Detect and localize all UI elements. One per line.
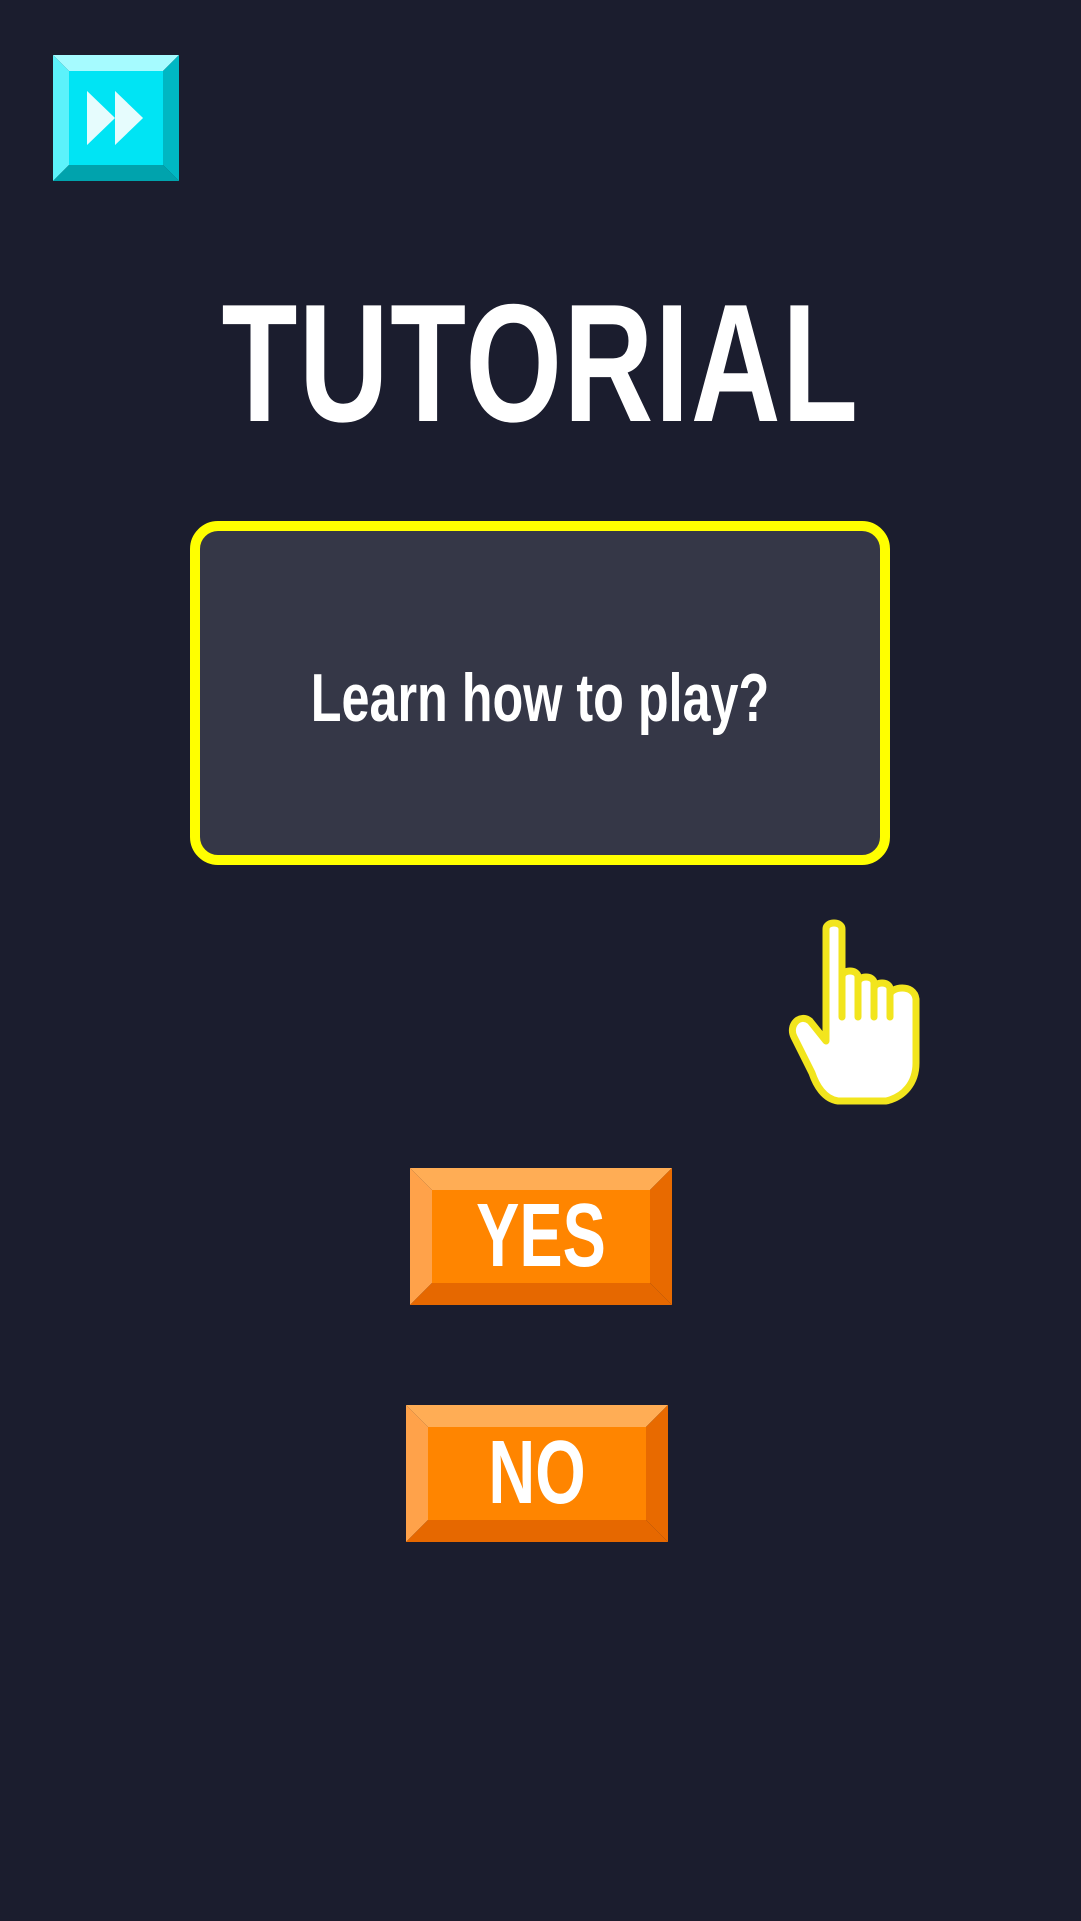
- prompt-text: Learn how to play?: [310, 660, 770, 736]
- skip-button[interactable]: [53, 55, 179, 181]
- yes-button[interactable]: YES: [410, 1168, 672, 1305]
- no-button-label: NO: [488, 1423, 586, 1523]
- no-button[interactable]: NO: [406, 1405, 668, 1542]
- tutorial-screen: TUTORIAL Learn how to play? YES NO: [0, 0, 1081, 1921]
- page-title: TUTORIAL: [221, 269, 860, 457]
- yes-button-label: YES: [476, 1186, 606, 1286]
- fast-forward-icon: [87, 91, 143, 145]
- pointing-hand-icon: [789, 919, 920, 1105]
- prompt-box: Learn how to play?: [190, 521, 890, 865]
